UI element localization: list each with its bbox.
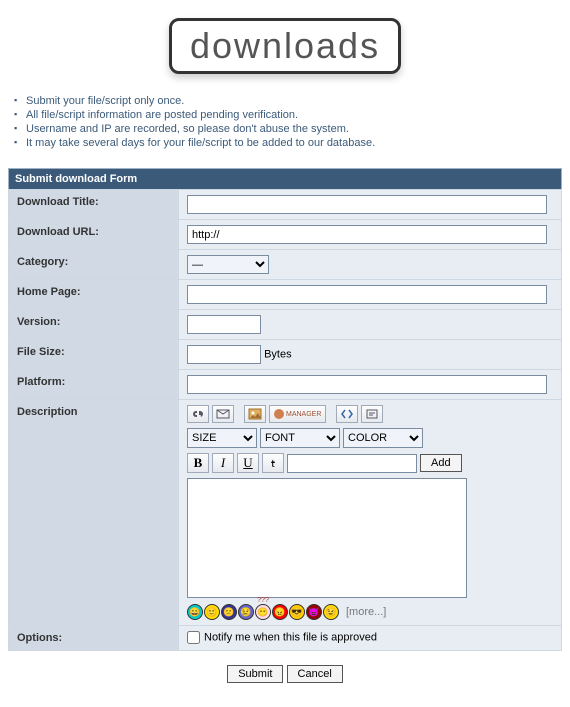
download-url-label: Download URL: bbox=[9, 220, 179, 250]
more-emoji-link[interactable]: [more...] bbox=[346, 606, 386, 618]
font-select[interactable]: FONT bbox=[260, 428, 340, 448]
submit-form: Submit download Form Download Title: Dow… bbox=[8, 168, 562, 651]
category-label: Category: bbox=[9, 250, 179, 280]
filesize-input[interactable] bbox=[187, 345, 261, 364]
notes-list: Submit your file/script only once. All f… bbox=[14, 94, 562, 150]
download-title-label: Download Title: bbox=[9, 190, 179, 220]
note-item: It may take several days for your file/s… bbox=[14, 136, 562, 150]
note-item: Username and IP are recorded, so please … bbox=[14, 122, 562, 136]
version-input[interactable] bbox=[187, 315, 261, 334]
color-select[interactable]: COLOR bbox=[343, 428, 423, 448]
strike-button[interactable]: t bbox=[262, 453, 284, 473]
notify-label: Notify me when this file is approved bbox=[204, 631, 377, 643]
emoji-icon[interactable]: 😎 bbox=[289, 604, 305, 620]
filesize-label: File Size: bbox=[9, 340, 179, 370]
description-textarea[interactable] bbox=[187, 478, 467, 598]
cancel-button[interactable]: Cancel bbox=[287, 665, 343, 683]
emoji-icon[interactable]: 😈 bbox=[306, 604, 322, 620]
underline-button[interactable]: U bbox=[237, 453, 259, 473]
emoji-icon[interactable]: 😠 bbox=[272, 604, 288, 620]
quote-icon[interactable] bbox=[361, 405, 383, 423]
page-logo: downloads bbox=[8, 18, 562, 74]
download-title-input[interactable] bbox=[187, 195, 547, 214]
emoji-icon[interactable]: 😢 bbox=[238, 604, 254, 620]
logo-box: downloads bbox=[169, 18, 401, 74]
download-url-input[interactable] bbox=[187, 225, 547, 244]
size-select[interactable]: SIZE bbox=[187, 428, 257, 448]
platform-input[interactable] bbox=[187, 375, 547, 394]
category-select[interactable]: — bbox=[187, 255, 269, 274]
emoji-icon[interactable]: 😉 bbox=[323, 604, 339, 620]
add-button[interactable]: Add bbox=[420, 454, 462, 472]
filesize-unit: Bytes bbox=[264, 349, 292, 361]
emoji-row: 😀 🙂 😕 😢 ???😶 😠 😎 😈 😉 [more...] bbox=[187, 604, 553, 620]
form-header: Submit download Form bbox=[9, 169, 562, 190]
description-label: Description bbox=[9, 400, 179, 626]
platform-label: Platform: bbox=[9, 370, 179, 400]
link-icon[interactable] bbox=[187, 405, 209, 423]
homepage-input[interactable] bbox=[187, 285, 547, 304]
emoji-icon[interactable]: 😀 bbox=[187, 604, 203, 620]
notify-checkbox[interactable] bbox=[187, 631, 200, 644]
emoji-icon[interactable]: 😕 bbox=[221, 604, 237, 620]
emoji-icon[interactable]: 🙂 bbox=[204, 604, 220, 620]
image-icon[interactable] bbox=[244, 405, 266, 423]
emoji-icon[interactable]: ???😶 bbox=[255, 604, 271, 620]
manager-icon[interactable]: MANAGER bbox=[269, 405, 326, 423]
bold-button[interactable]: B bbox=[187, 453, 209, 473]
note-item: Submit your file/script only once. bbox=[14, 94, 562, 108]
italic-button[interactable]: I bbox=[212, 453, 234, 473]
submit-button[interactable]: Submit bbox=[227, 665, 283, 683]
editor-url-input[interactable] bbox=[287, 454, 417, 473]
homepage-label: Home Page: bbox=[9, 280, 179, 310]
email-icon[interactable] bbox=[212, 405, 234, 423]
options-label: Options: bbox=[9, 626, 179, 651]
code-icon[interactable] bbox=[336, 405, 358, 423]
logo-text: downloads bbox=[190, 25, 380, 66]
note-item: All file/script information are posted p… bbox=[14, 108, 562, 122]
version-label: Version: bbox=[9, 310, 179, 340]
